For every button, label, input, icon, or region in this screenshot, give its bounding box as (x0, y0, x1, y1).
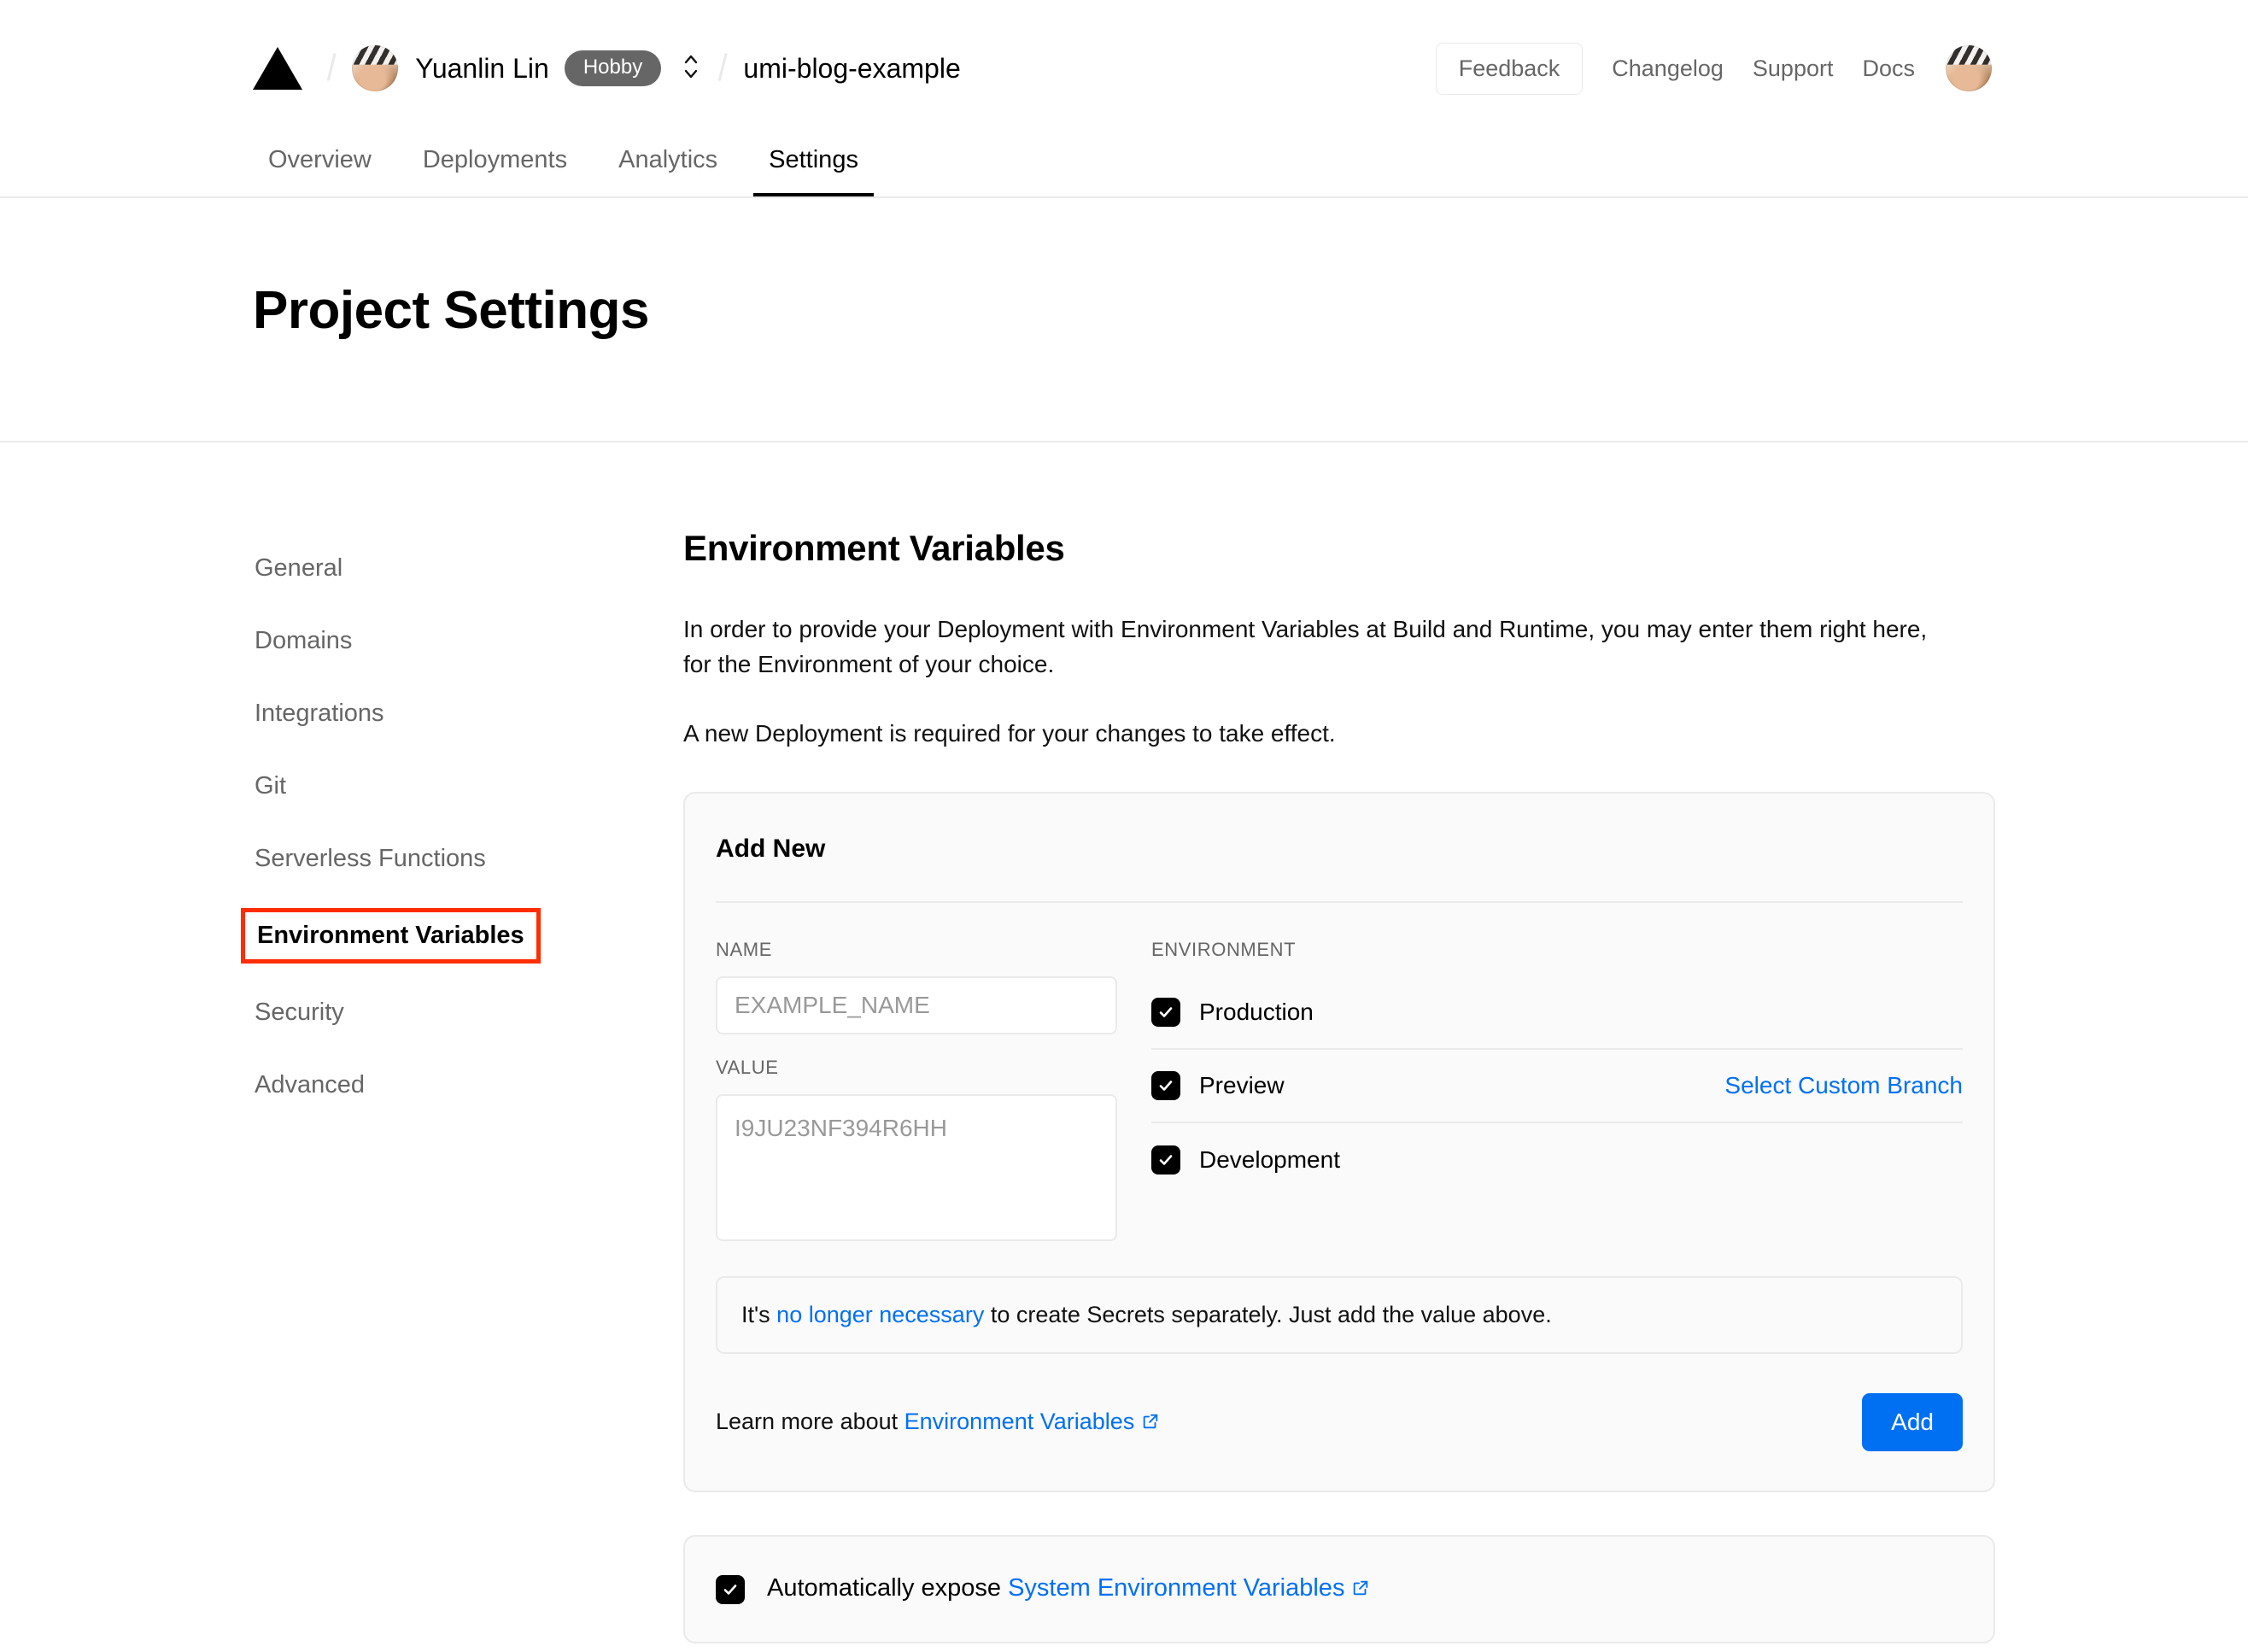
sidebar-item-git[interactable]: Git (253, 763, 683, 810)
auto-expose-prefix: Automatically expose (767, 1574, 1009, 1602)
notice-suffix: to create Secrets separately. Just add t… (984, 1302, 1552, 1328)
add-button[interactable]: Add (1862, 1393, 1963, 1452)
chevron-up-down-icon[interactable] (680, 50, 702, 87)
notice-prefix: It's (741, 1302, 777, 1328)
sidebar-item-environment-variables[interactable]: Environment Variables (241, 908, 541, 964)
user-name[interactable]: Yuanlin Lin (415, 53, 549, 85)
value-textarea[interactable] (716, 1094, 1117, 1242)
auto-expose-checkbox[interactable] (716, 1574, 745, 1604)
name-input[interactable] (716, 976, 1117, 1035)
external-link-icon (1141, 1410, 1160, 1437)
breadcrumb-separator-2: / (717, 47, 728, 89)
settings-sidebar: General Domains Integrations Git Serverl… (241, 528, 683, 1643)
name-label: NAME (716, 939, 772, 961)
form-left-column: NAME VALUE (716, 939, 1117, 1245)
sidebar-item-security[interactable]: Security (253, 989, 683, 1036)
system-environment-variables-link[interactable]: System Environment Variables (1008, 1574, 1344, 1602)
breadcrumb: / Yuanlin Lin Hobby / umi-blog-example (253, 45, 1436, 91)
plan-badge[interactable]: Hobby (564, 50, 662, 86)
no-longer-necessary-link[interactable]: no longer necessary (776, 1302, 984, 1327)
section-description-1: In order to provide your Deployment with… (683, 616, 1928, 678)
environment-row-production[interactable]: Production (1151, 976, 1963, 1051)
learn-more-prefix: Learn more about (716, 1408, 904, 1434)
sidebar-item-general[interactable]: General (253, 545, 683, 592)
project-tabs: Overview Deployments Analytics Settings (0, 137, 2248, 198)
section-heading: Environment Variables (683, 528, 1065, 568)
page-title-section: Project Settings (0, 198, 2248, 441)
tab-deployments[interactable]: Deployments (407, 146, 582, 196)
sidebar-item-domains[interactable]: Domains (253, 618, 683, 665)
header-actions: Feedback Changelog Support Docs (1435, 42, 1992, 95)
project-name[interactable]: umi-blog-example (743, 53, 960, 85)
tab-overview[interactable]: Overview (253, 146, 387, 196)
add-new-title: Add New (716, 835, 826, 864)
top-header: / Yuanlin Lin Hobby / umi-blog-example F… (0, 0, 2248, 137)
docs-link[interactable]: Docs (1862, 56, 1915, 82)
breadcrumb-separator: / (326, 47, 337, 89)
tab-analytics[interactable]: Analytics (603, 146, 733, 196)
tab-settings[interactable]: Settings (753, 146, 874, 196)
external-link-icon (1351, 1576, 1370, 1604)
environment-variables-panel: Environment Variables In order to provid… (683, 528, 1995, 1644)
account-avatar[interactable] (1946, 45, 1992, 91)
feedback-button[interactable]: Feedback (1435, 42, 1584, 95)
changelog-link[interactable]: Changelog (1612, 56, 1724, 82)
section-description-2: A new Deployment is required for your ch… (683, 720, 1336, 747)
sidebar-item-integrations[interactable]: Integrations (253, 690, 683, 737)
add-new-card: Add New NAME VALUE ENVIRONMENT (683, 792, 1995, 1493)
secrets-notice: It's no longer necessary to create Secre… (716, 1276, 1963, 1355)
add-new-footer: Learn more about Environment Variables A… (685, 1354, 1993, 1491)
select-custom-branch-link[interactable]: Select Custom Branch (1724, 1072, 1963, 1099)
environment-row-preview[interactable]: Preview Select Custom Branch (1151, 1050, 1963, 1124)
learn-more-text: Learn more about Environment Variables (716, 1409, 1160, 1437)
environment-row-development[interactable]: Development (1151, 1123, 1963, 1197)
user-avatar[interactable] (352, 45, 399, 91)
page-title: Project Settings (253, 281, 650, 340)
environment-label: ENVIRONMENT (1151, 939, 1297, 961)
preview-checkbox[interactable] (1151, 1071, 1180, 1101)
environment-variables-docs-link[interactable]: Environment Variables (904, 1409, 1135, 1434)
settings-content: General Domains Integrations Git Serverl… (0, 442, 2248, 1644)
sidebar-item-serverless-functions[interactable]: Serverless Functions (253, 835, 683, 882)
preview-label: Preview (1199, 1072, 1285, 1099)
production-label: Production (1199, 999, 1314, 1026)
add-new-form: NAME VALUE ENVIRONMENT Production (685, 903, 1993, 1245)
development-label: Development (1199, 1146, 1340, 1174)
value-label: VALUE (716, 1057, 779, 1079)
auto-expose-text: Automatically expose System Environment … (767, 1574, 1370, 1604)
production-checkbox[interactable] (1151, 998, 1180, 1028)
vercel-triangle-logo[interactable] (253, 47, 302, 90)
support-link[interactable]: Support (1753, 56, 1834, 82)
sidebar-item-advanced[interactable]: Advanced (253, 1062, 683, 1109)
form-right-column: ENVIRONMENT Production Preview Select Cu… (1151, 939, 1963, 1245)
development-checkbox[interactable] (1151, 1145, 1180, 1175)
auto-expose-card: Automatically expose System Environment … (683, 1535, 1995, 1644)
